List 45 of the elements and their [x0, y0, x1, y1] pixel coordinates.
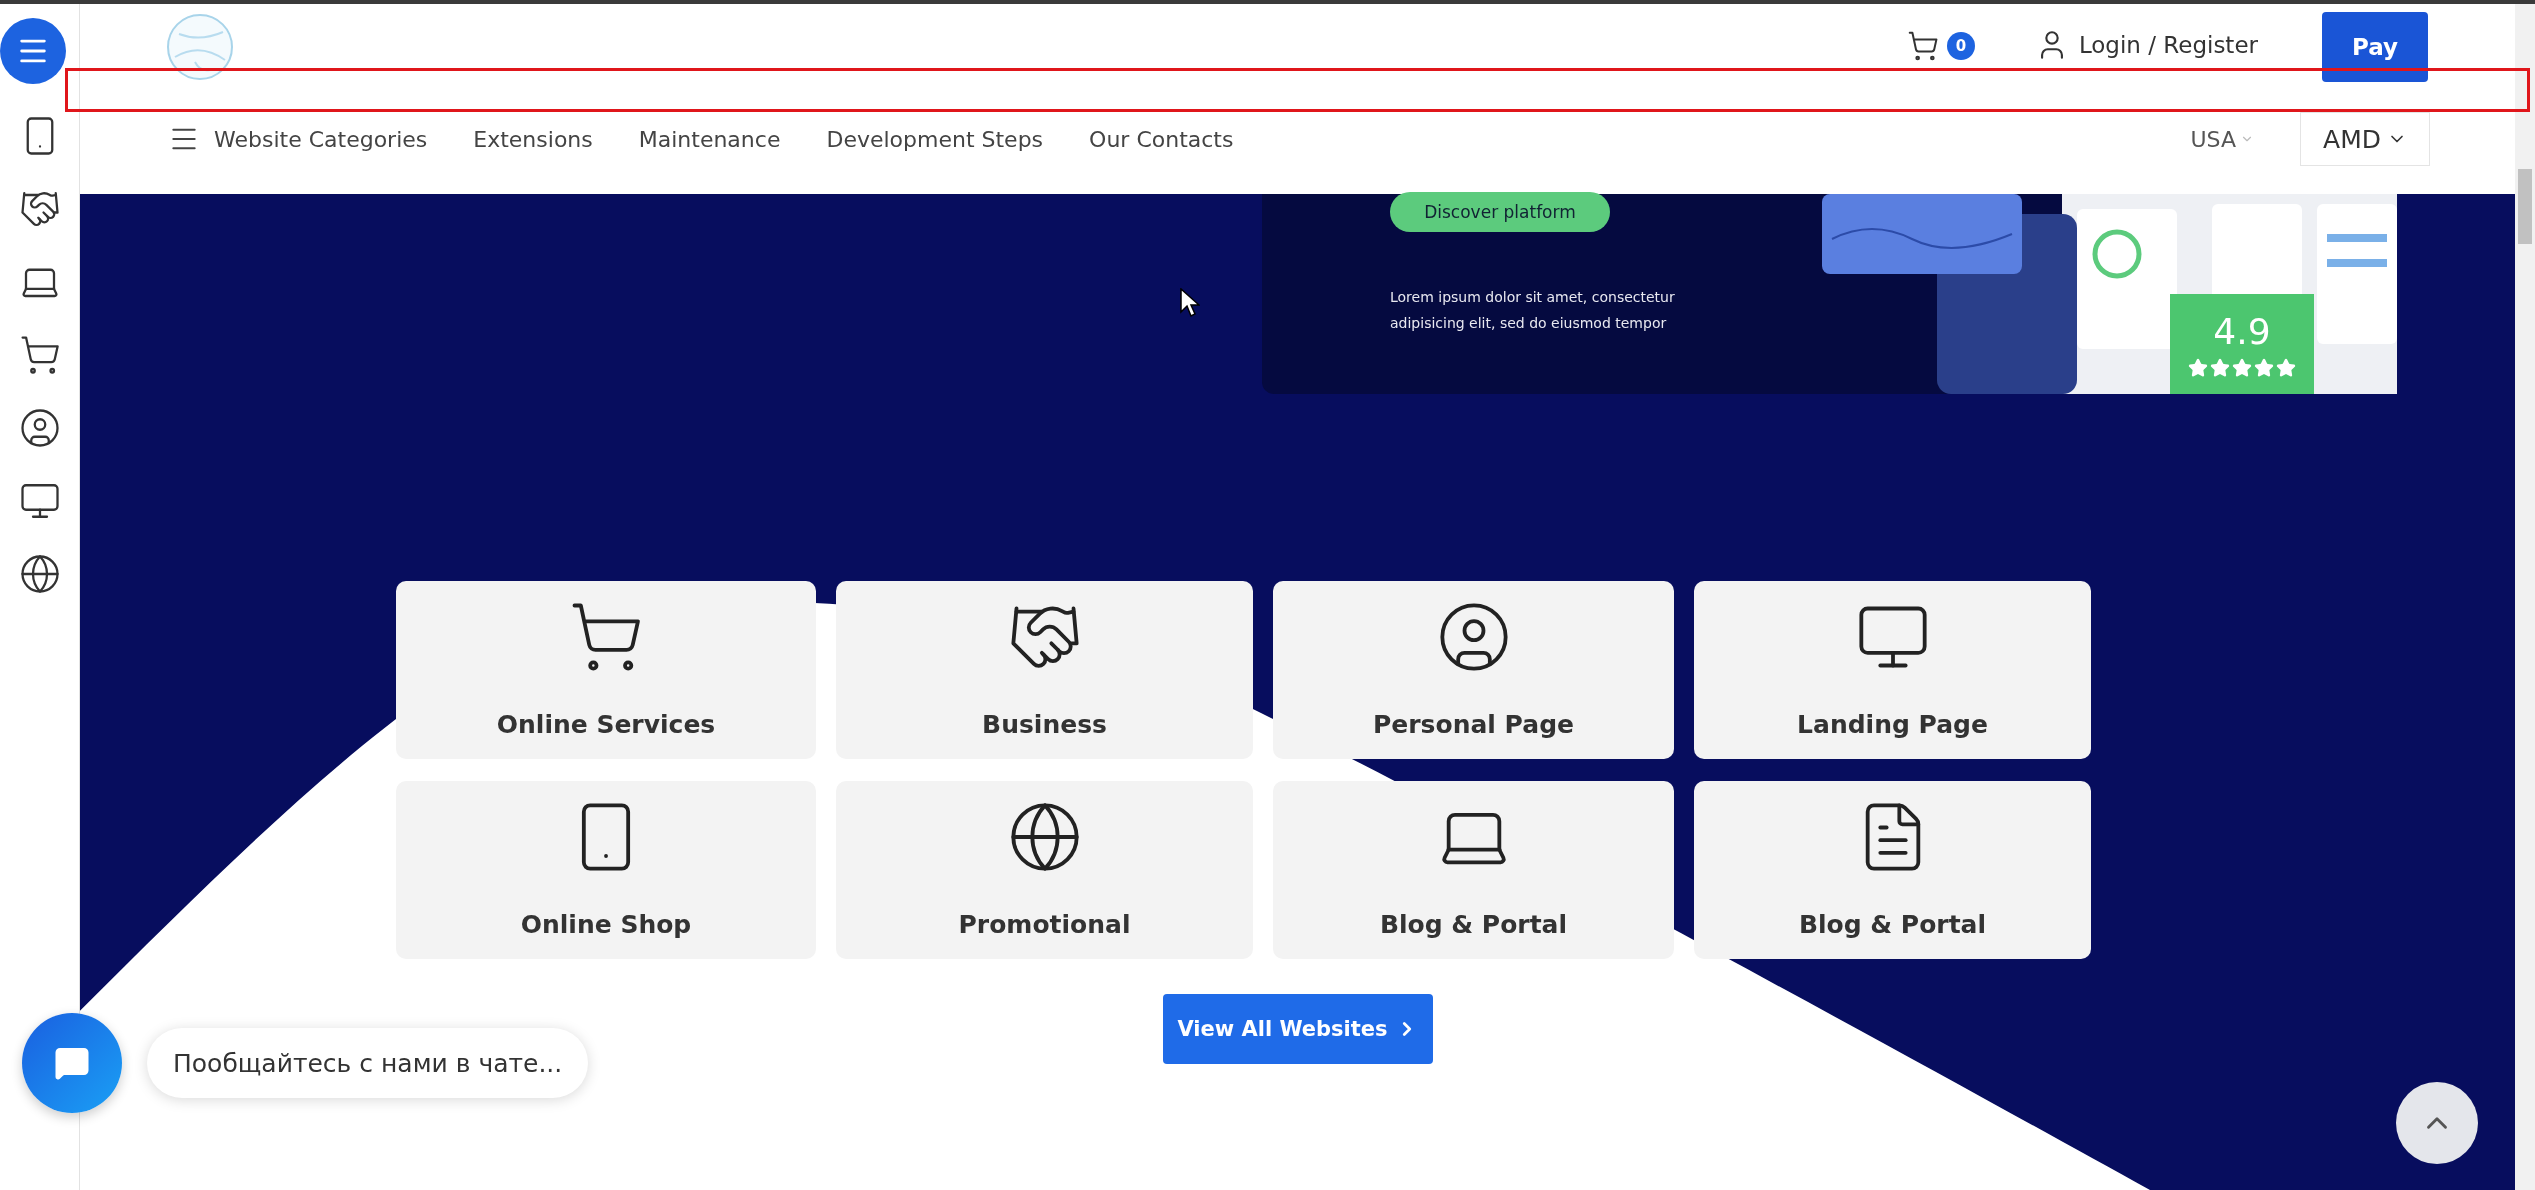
discover-button[interactable]: Discover platform	[1390, 192, 1610, 232]
category-card[interactable]: Personal Page	[1273, 581, 1674, 759]
nav-link[interactable]: Maintenance	[638, 126, 781, 152]
currency-select[interactable]: AMD	[2300, 112, 2430, 166]
star-icon	[2254, 357, 2274, 378]
category-label: Online Shop	[520, 910, 692, 939]
star-icon	[2188, 357, 2208, 378]
chat-prompt[interactable]: Пообщайтесь с нами в чате...	[147, 1028, 589, 1098]
category-label: Personal Page	[1373, 710, 1574, 739]
country-select[interactable]: USA	[2184, 125, 2260, 153]
categories-menu[interactable]: Website Categories	[168, 123, 428, 155]
view-all-button[interactable]: View All Websites	[1162, 994, 1433, 1064]
cart-icon[interactable]	[18, 334, 61, 376]
chat-button[interactable]	[22, 1013, 122, 1113]
category-card[interactable]: Business	[836, 581, 1253, 759]
category-label: Online Services	[496, 710, 716, 739]
category-card[interactable]: Online Shop	[396, 781, 816, 959]
logo-icon[interactable]	[165, 12, 235, 82]
user-circle-icon[interactable]	[18, 407, 61, 449]
category-card[interactable]: Blog & Portal	[1273, 781, 1674, 959]
category-card[interactable]: Landing Page	[1694, 581, 2091, 759]
promo-text: Lorem ipsum dolor sit amet, consectetur adipisicing elit, sed do eiusmod tempor	[1390, 288, 1676, 333]
category-label: Business	[982, 710, 1107, 739]
nav-link[interactable]: Development Steps	[826, 126, 1044, 152]
cart-icon[interactable]	[1906, 30, 1939, 62]
cart-count: 0	[1946, 32, 1975, 60]
category-card[interactable]: Online Services	[396, 581, 816, 759]
pay-button[interactable]: Pay	[2322, 12, 2428, 82]
login-link[interactable]: Login / Register	[2034, 28, 2258, 62]
nav-link[interactable]: Extensions	[473, 126, 593, 152]
scrollbar[interactable]	[2515, 4, 2535, 1190]
rating-value: 4.9	[2213, 310, 2271, 352]
star-icon	[2232, 357, 2252, 378]
category-card[interactable]: Promotional	[836, 781, 1253, 959]
category-label: Landing Page	[1797, 710, 1988, 739]
cursor-icon	[1180, 288, 1200, 318]
category-label: Promotional	[958, 910, 1131, 939]
nav-link[interactable]: Our Contacts	[1089, 126, 1234, 152]
globe-icon[interactable]	[18, 553, 61, 595]
star-icon	[2276, 357, 2296, 378]
star-icon	[2210, 357, 2230, 378]
category-card[interactable]: Blog & Portal	[1694, 781, 2091, 959]
category-label: Blog & Portal	[1798, 910, 1987, 939]
category-label: Blog & Portal	[1379, 910, 1568, 939]
chat-icon	[54, 1045, 90, 1081]
